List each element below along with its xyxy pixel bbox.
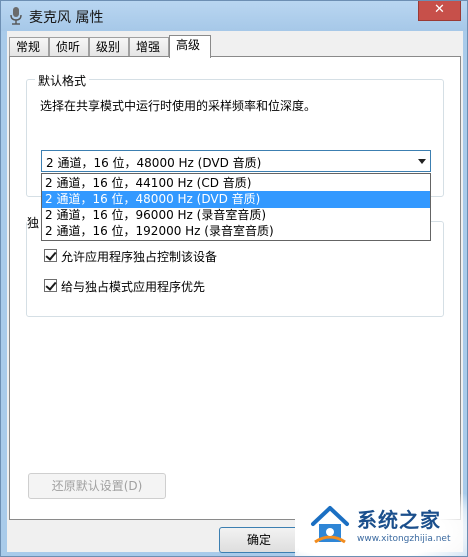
sample-rate-option[interactable]: 2 通道，16 位，96000 Hz (录音室音质) <box>42 207 430 224</box>
microphone-icon <box>10 7 22 25</box>
exclusive-priority-label[interactable]: 给与独占模式应用程序优先 <box>61 278 205 295</box>
dialog-client-area: 常规 侦听 级别 增强 高级 默认格式 选择在共享模式中运行时使用的采样频率和位… <box>7 31 463 553</box>
house-logo-icon <box>311 506 349 544</box>
tab-enhancements[interactable]: 增强 <box>129 37 169 57</box>
sample-rate-option[interactable]: 2 通道，16 位，192000 Hz (录音室音质) <box>42 223 430 240</box>
restore-defaults-button[interactable]: 还原默认设置(D) <box>28 473 166 499</box>
tab-levels[interactable]: 级别 <box>89 37 129 57</box>
site-watermark: 系统之家 www.xitongzhijia.net <box>295 494 467 556</box>
chevron-down-icon[interactable] <box>418 159 426 164</box>
tab-advanced[interactable]: 高级 <box>169 35 211 58</box>
allow-exclusive-checkbox[interactable] <box>44 249 57 262</box>
ok-button[interactable]: 确定 <box>219 527 299 553</box>
default-format-title: 默认格式 <box>35 72 90 89</box>
sample-rate-option-selected[interactable]: 2 通道，16 位，48000 Hz (DVD 音质) <box>42 191 430 208</box>
exclusive-priority-checkbox[interactable] <box>44 279 57 292</box>
exclusive-priority-checkbox-row[interactable]: 给与独占模式应用程序优先 <box>44 277 244 295</box>
exclusive-mode-title: 独 <box>27 214 43 231</box>
properties-window: 麦克风 属性 ✕ 常规 侦听 级别 增强 高级 默认格式 选择在共享模式中运行时… <box>0 0 468 557</box>
watermark-text: 系统之家 <box>357 508 441 532</box>
allow-exclusive-label[interactable]: 允许应用程序独占控制该设备 <box>61 248 217 265</box>
advanced-tab-panel: 默认格式 选择在共享模式中运行时使用的采样频率和位深度。 2 通道，16 位，4… <box>9 56 461 520</box>
watermark-url: www.xitongzhijia.net <box>357 534 451 544</box>
sample-rate-option[interactable]: 2 通道，16 位，44100 Hz (CD 音质) <box>42 175 430 192</box>
sample-rate-select[interactable]: 2 通道，16 位，48000 Hz (DVD 音质) <box>41 150 431 172</box>
tab-general[interactable]: 常规 <box>9 37 49 57</box>
sample-rate-dropdown-list: 2 通道，16 位，44100 Hz (CD 音质) 2 通道，16 位，480… <box>41 173 431 241</box>
tab-listen[interactable]: 侦听 <box>49 37 89 57</box>
window-title: 麦克风 属性 <box>29 10 104 26</box>
sample-rate-selected-value: 2 通道，16 位，48000 Hz (DVD 音质) <box>46 156 262 170</box>
close-button[interactable]: ✕ <box>418 1 461 21</box>
allow-exclusive-checkbox-row[interactable]: 允许应用程序独占控制该设备 <box>44 247 264 265</box>
title-bar[interactable]: 麦克风 属性 ✕ <box>1 1 467 31</box>
default-format-description: 选择在共享模式中运行时使用的采样频率和位深度。 <box>40 99 317 113</box>
